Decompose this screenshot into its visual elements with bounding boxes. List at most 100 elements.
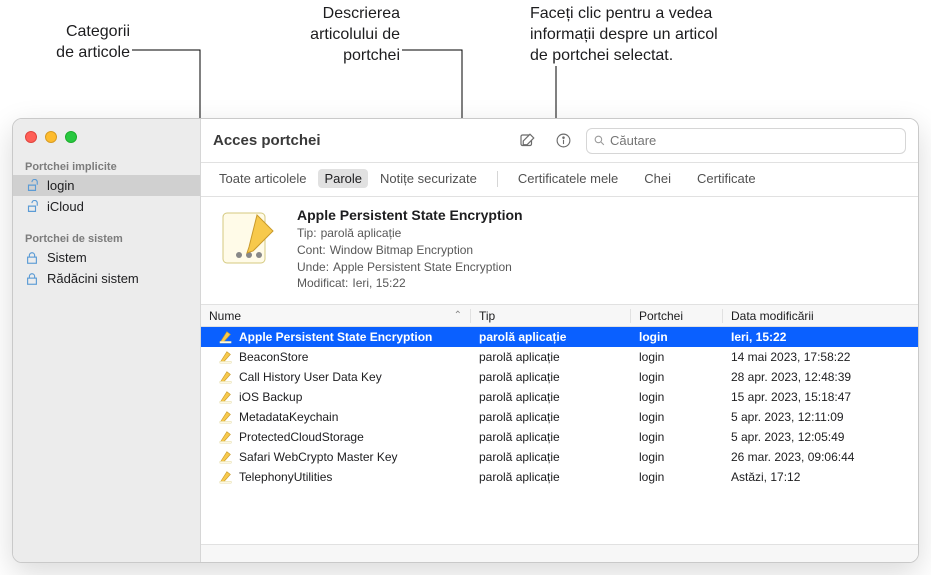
detail-fields: Apple Persistent State Encryption Tip:pa… [297, 207, 523, 292]
table-header: Nume⌃ Tip Portchei Data modificării [201, 305, 918, 327]
detail-where-value: Apple Persistent State Encryption [333, 259, 512, 276]
table-row[interactable]: TelephonyUtilitiesparolă aplicațieloginA… [201, 467, 918, 487]
detail-type-label: Tip: [297, 225, 317, 242]
detail-modified-value: Ieri, 15:22 [352, 275, 405, 292]
col-type-header[interactable]: Tip [471, 309, 631, 323]
compose-note-button[interactable] [514, 129, 540, 153]
row-type: parolă aplicație [471, 470, 631, 484]
callout-categories: Categorii de articole [0, 22, 130, 64]
search-field[interactable] [586, 128, 906, 154]
password-icon [217, 207, 281, 265]
window-controls [13, 127, 200, 155]
sidebar-item-label: Rădăcini sistem [47, 271, 139, 286]
close-icon[interactable] [25, 131, 37, 143]
row-name: Call History User Data Key [239, 370, 382, 384]
row-keychain: login [631, 390, 723, 404]
callout-description: Descrierea articolului de portchei [260, 4, 400, 66]
table-body: Apple Persistent State Encryption parolă … [201, 327, 918, 544]
callout-info: Faceți clic pentru a vedea informații de… [530, 4, 790, 66]
row-modified: Ieri, 15:22 [723, 330, 918, 344]
row-keychain: login [631, 410, 723, 424]
col-modified-header[interactable]: Data modificării [723, 309, 918, 323]
row-type: parolă aplicație [471, 450, 631, 464]
tab[interactable]: Toate articolele [213, 169, 312, 188]
row-keychain: login [631, 470, 723, 484]
sidebar-section-system: Portchei de sistem [13, 227, 200, 247]
detail-account-label: Cont: [297, 242, 326, 259]
locked-lock-icon [25, 272, 39, 286]
tab[interactable]: Parole [318, 169, 368, 188]
row-keychain: login [631, 330, 723, 344]
sidebar-item-label: Sistem [47, 250, 87, 265]
detail-modified-label: Modificat: [297, 275, 348, 292]
status-bar [201, 544, 918, 562]
sort-asc-icon: ⌃ [454, 310, 462, 321]
main-panel: Acces portchei Toate articolele Parole Not… [201, 119, 918, 562]
row-modified: 5 apr. 2023, 12:11:09 [723, 410, 918, 424]
tab[interactable]: Certificatele mele [512, 169, 624, 188]
toolbar: Acces portchei [201, 119, 918, 163]
sidebar-section-default: Portchei implicite [13, 155, 200, 175]
table-row[interactable]: Apple Persistent State Encryption parolă … [201, 327, 918, 347]
row-name: MetadataKeychain [239, 410, 338, 424]
password-item-icon [219, 350, 233, 364]
row-keychain: login [631, 430, 723, 444]
row-modified: 28 apr. 2023, 12:48:39 [723, 370, 918, 384]
window-title: Acces portchei [213, 132, 321, 149]
row-name: Safari WebCrypto Master Key [239, 450, 398, 464]
sidebar-item-label: login [47, 178, 74, 193]
row-name: Apple Persistent State Encryption [239, 330, 432, 344]
row-modified: 26 mar. 2023, 09:06:44 [723, 450, 918, 464]
row-modified: 15 apr. 2023, 15:18:47 [723, 390, 918, 404]
tabs-divider [497, 171, 498, 187]
password-item-icon [219, 410, 233, 424]
minimize-icon[interactable] [45, 131, 57, 143]
row-type: parolă aplicație [471, 370, 631, 384]
row-type: parolă aplicație [471, 330, 631, 344]
sidebar-item[interactable]: login [13, 175, 200, 196]
sidebar-item[interactable]: iCloud [13, 196, 200, 217]
detail-type-value: parolă aplicație [321, 225, 402, 242]
table-row[interactable]: iOS Backup parolă aplicațielogin15 apr. 2… [201, 387, 918, 407]
row-type: parolă aplicație [471, 430, 631, 444]
item-detail: Apple Persistent State Encryption Tip:pa… [201, 197, 918, 305]
table-row[interactable]: ProtectedCloudStorage parolă aplicațielog… [201, 427, 918, 447]
detail-account-value: Window Bitmap Encryption [330, 242, 473, 259]
row-name: BeaconStore [239, 350, 308, 364]
tab[interactable]: Certificate [691, 169, 762, 188]
table-row[interactable]: MetadataKeychain parolă aplicațielogin5 a… [201, 407, 918, 427]
search-icon [593, 134, 606, 147]
locked-lock-icon [25, 251, 39, 265]
keychain-access-window: Portchei implicite login iCloud Portchei … [12, 118, 919, 563]
sidebar: Portchei implicite login iCloud Portchei … [13, 119, 201, 562]
table-row[interactable]: BeaconStore parolă aplicațielogin14 mai 2… [201, 347, 918, 367]
tab[interactable]: Chei [638, 169, 677, 188]
row-modified: 5 apr. 2023, 12:05:49 [723, 430, 918, 444]
password-item-icon [219, 330, 233, 344]
row-name: iOS Backup [239, 390, 302, 404]
row-name: ProtectedCloudStorage [239, 430, 364, 444]
col-name-header[interactable]: Nume⌃ [201, 309, 471, 323]
row-type: parolă aplicație [471, 390, 631, 404]
col-keychain-header[interactable]: Portchei [631, 309, 723, 323]
sidebar-item[interactable]: Sistem [13, 247, 200, 268]
password-item-icon [219, 390, 233, 404]
table-row[interactable]: Call History User Data Key parolă aplicaț… [201, 367, 918, 387]
row-modified: Astăzi, 17:12 [723, 470, 918, 484]
zoom-icon[interactable] [65, 131, 77, 143]
unlocked-lock-icon [25, 179, 39, 193]
row-type: parolă aplicație [471, 410, 631, 424]
row-type: parolă aplicație [471, 350, 631, 364]
row-keychain: login [631, 450, 723, 464]
row-keychain: login [631, 370, 723, 384]
password-item-icon [219, 370, 233, 384]
search-input[interactable] [610, 133, 899, 148]
tab[interactable]: Notițe securizate [374, 169, 483, 188]
sidebar-item[interactable]: Rădăcini sistem [13, 268, 200, 289]
info-button[interactable] [550, 129, 576, 153]
row-keychain: login [631, 350, 723, 364]
table-row[interactable]: Safari WebCrypto Master Key parolă aplica… [201, 447, 918, 467]
row-modified: 14 mai 2023, 17:58:22 [723, 350, 918, 364]
password-item-icon [219, 470, 233, 484]
unlocked-lock-icon [25, 200, 39, 214]
